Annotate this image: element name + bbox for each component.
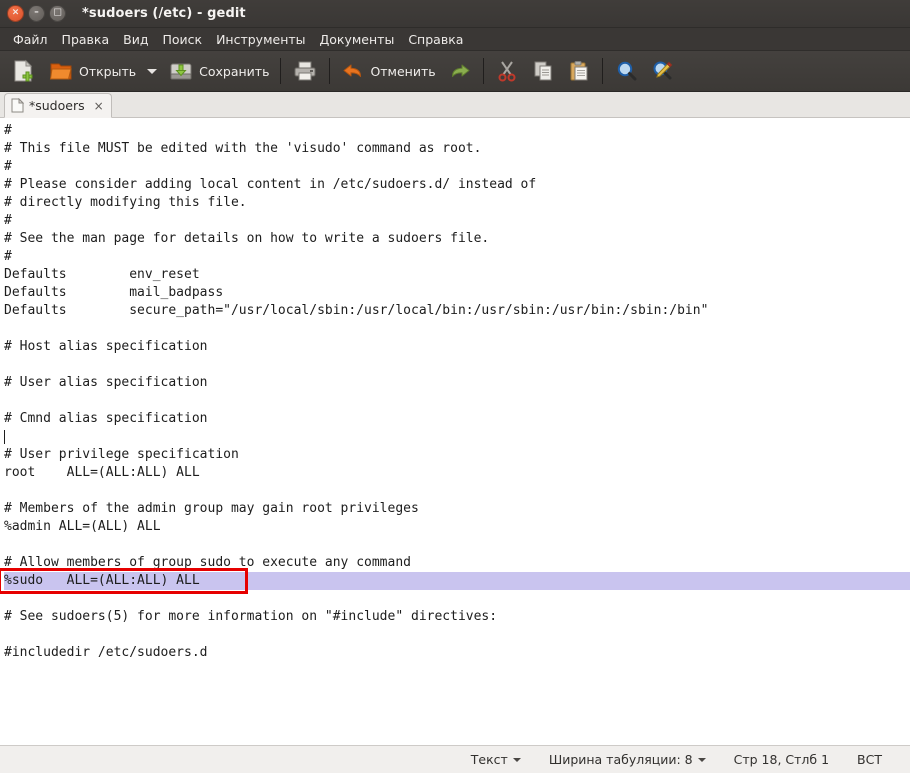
print-icon [292, 58, 318, 84]
toolbar-separator-1 [280, 58, 281, 84]
code-line: # Host alias specification [4, 338, 910, 356]
code-line [4, 536, 910, 554]
window-controls: × – □ [7, 5, 66, 22]
code-line [4, 626, 910, 644]
open-dropdown-arrow-icon[interactable] [147, 69, 157, 74]
open-folder-icon [48, 58, 74, 84]
text-editor-area[interactable]: ## This file MUST be edited with the 'vi… [0, 118, 910, 745]
gedit-window: × – □ *sudoers (/etc) - gedit Файл Правк… [0, 0, 910, 773]
save-button-label: Сохранить [199, 64, 269, 79]
maximize-button[interactable]: □ [49, 5, 66, 22]
toolbar-separator-4 [602, 58, 603, 84]
code-line: # Allow members of group sudo to execute… [4, 554, 910, 572]
code-line: # See sudoers(5) for more information on… [4, 608, 910, 626]
find-replace-icon [650, 59, 674, 83]
code-line: root ALL=(ALL:ALL) ALL [4, 464, 910, 482]
cursor-position: Стр 18, Стлб 1 [720, 752, 843, 767]
redo-arrow-icon [448, 59, 472, 83]
code-line: # Please consider adding local content i… [4, 176, 910, 194]
toolbar: Открыть Сохранить [0, 51, 910, 92]
document-icon [11, 98, 24, 113]
tab-close-icon[interactable]: × [90, 99, 104, 113]
chevron-down-icon [513, 758, 521, 762]
code-line: # [4, 248, 910, 266]
code-line: # User alias specification [4, 374, 910, 392]
tab-sudoers[interactable]: *sudoers × [4, 93, 112, 118]
maximize-icon: □ [53, 9, 62, 18]
insert-mode-indicator[interactable]: ВСТ [843, 752, 896, 767]
replace-button[interactable] [644, 53, 680, 89]
code-line: # User privilege specification [4, 446, 910, 464]
tab-bar: *sudoers × [0, 92, 910, 118]
copy-button[interactable] [525, 53, 561, 89]
minimize-button[interactable]: – [28, 5, 45, 22]
menu-item-documents[interactable]: Документы [313, 28, 402, 51]
cut-button[interactable] [489, 53, 525, 89]
code-line: Defaults secure_path="/usr/local/sbin:/u… [4, 302, 910, 320]
code-line [4, 428, 910, 446]
toolbar-separator-3 [483, 58, 484, 84]
status-bar: Текст Ширина табуляции: 8 Стр 18, Стлб 1… [0, 745, 910, 773]
menu-item-view[interactable]: Вид [116, 28, 155, 51]
search-icon [614, 59, 638, 83]
code-line: # directly modifying this file. [4, 194, 910, 212]
code-line [4, 590, 910, 608]
cursor-position-label: Стр 18, Стлб 1 [734, 752, 829, 767]
undo-button-label: Отменить [370, 64, 435, 79]
code-line: %admin ALL=(ALL) ALL [4, 518, 910, 536]
undo-arrow-icon [341, 59, 365, 83]
chevron-down-icon [698, 758, 706, 762]
code-line: # [4, 158, 910, 176]
menu-item-edit[interactable]: Правка [55, 28, 117, 51]
code-line: #includedir /etc/sudoers.d [4, 644, 910, 662]
close-icon: × [12, 9, 20, 18]
code-line: # See the man page for details on how to… [4, 230, 910, 248]
toolbar-separator-2 [329, 58, 330, 84]
save-icon [168, 58, 194, 84]
code-line: # [4, 212, 910, 230]
copy-icon [531, 59, 555, 83]
text-cursor [4, 430, 5, 444]
tab-width-selector[interactable]: Ширина табуляции: 8 [535, 752, 720, 767]
title-bar: × – □ *sudoers (/etc) - gedit [0, 0, 910, 28]
minimize-icon: – [34, 9, 39, 18]
menu-item-file[interactable]: Файл [6, 28, 55, 51]
tab-label: *sudoers [29, 98, 85, 113]
menu-item-search[interactable]: Поиск [155, 28, 209, 51]
menu-item-tools[interactable]: Инструменты [209, 28, 312, 51]
print-button[interactable] [286, 53, 324, 89]
language-selector[interactable]: Текст [457, 752, 535, 767]
window-title: *sudoers (/etc) - gedit [82, 6, 246, 21]
code-line [4, 356, 910, 374]
code-line: # Members of the admin group may gain ro… [4, 500, 910, 518]
paste-icon [567, 59, 591, 83]
close-button[interactable]: × [7, 5, 24, 22]
language-label: Текст [471, 752, 508, 767]
open-button-label: Открыть [79, 64, 136, 79]
menu-bar: Файл Правка Вид Поиск Инструменты Докуме… [0, 28, 910, 51]
scissors-icon [495, 59, 519, 83]
paste-button[interactable] [561, 53, 597, 89]
tab-width-label: Ширина табуляции: 8 [549, 752, 693, 767]
new-document-icon [10, 58, 36, 84]
open-button[interactable]: Открыть [42, 53, 142, 89]
code-line: # Cmnd alias specification [4, 410, 910, 428]
menu-item-help[interactable]: Справка [401, 28, 470, 51]
code-line [4, 320, 910, 338]
save-button[interactable]: Сохранить [162, 53, 275, 89]
find-button[interactable] [608, 53, 644, 89]
code-line [4, 482, 910, 500]
redo-button[interactable] [442, 53, 478, 89]
new-document-button[interactable] [4, 53, 42, 89]
code-line: Defaults env_reset [4, 266, 910, 284]
code-line [4, 392, 910, 410]
document-text[interactable]: ## This file MUST be edited with the 'vi… [2, 122, 910, 662]
code-line: %sudo ALL=(ALL:ALL) ALL [4, 572, 910, 590]
code-line: # This file MUST be edited with the 'vis… [4, 140, 910, 158]
code-line: # [4, 122, 910, 140]
undo-button[interactable]: Отменить [335, 53, 441, 89]
insert-mode-label: ВСТ [857, 752, 882, 767]
code-line: Defaults mail_badpass [4, 284, 910, 302]
